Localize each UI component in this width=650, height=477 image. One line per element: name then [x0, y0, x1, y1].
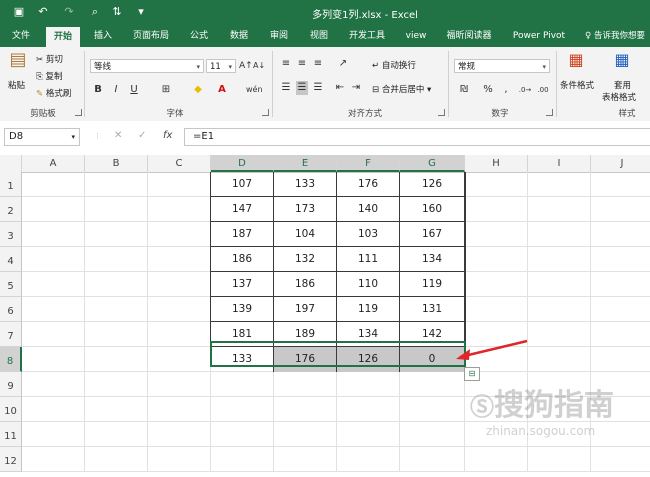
- watermark-text: 搜狗指南: [494, 388, 614, 423]
- watermark-s-icon: Ⓢ: [470, 393, 494, 421]
- watermark-url: zhinan.sogou.com: [486, 424, 596, 438]
- annotation-arrow-line: [459, 339, 528, 359]
- annotation-arrow-head: [456, 349, 470, 360]
- watermark-logo: Ⓢ搜狗指南: [470, 380, 614, 424]
